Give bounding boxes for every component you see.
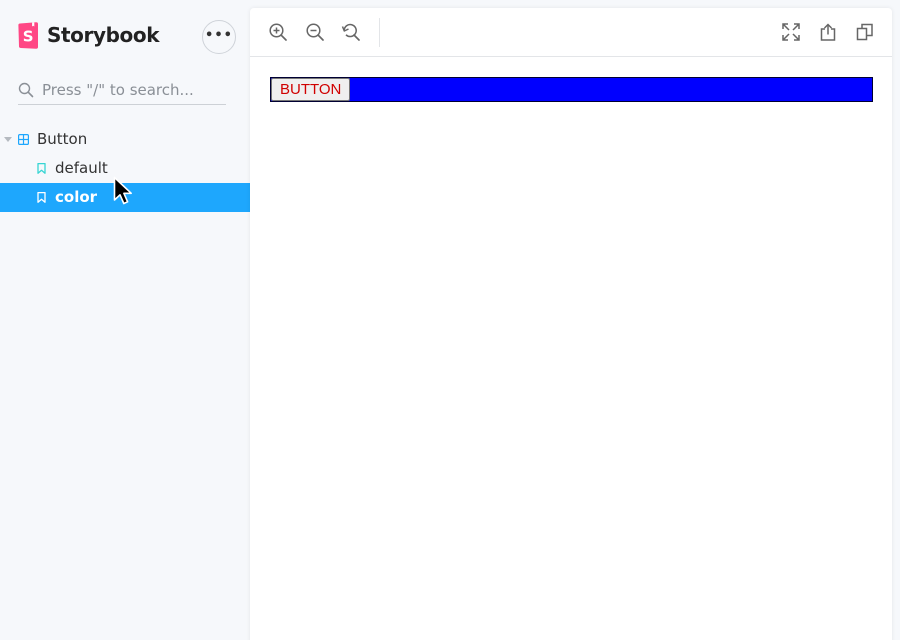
share-button[interactable] xyxy=(816,20,840,44)
demo-button[interactable]: BUTTON xyxy=(271,78,351,101)
reset-zoom-button[interactable] xyxy=(339,20,363,44)
tree-item-button-component[interactable]: Button xyxy=(0,125,250,154)
tree-story-label: default xyxy=(55,159,108,177)
tree-group-label: Button xyxy=(37,130,88,148)
zoom-in-button[interactable] xyxy=(266,20,290,44)
story-container: BUTTON xyxy=(270,77,873,102)
tree-item-story-color[interactable]: color xyxy=(0,183,250,212)
storybook-app: S Storybook ••• Bu xyxy=(0,0,900,640)
search-icon xyxy=(18,82,34,98)
zoom-in-icon xyxy=(269,23,287,41)
component-icon xyxy=(18,134,29,145)
fullscreen-icon xyxy=(782,23,800,41)
svg-text:S: S xyxy=(23,27,34,45)
expand-caret-icon[interactable] xyxy=(4,137,12,142)
share-icon xyxy=(820,23,836,41)
toolbar-divider xyxy=(379,18,380,47)
copy-link-button[interactable] xyxy=(853,20,877,44)
storybook-logo-icon: S xyxy=(18,21,38,49)
bookmark-icon xyxy=(37,192,46,203)
story-canvas: BUTTON xyxy=(250,57,892,640)
copy-icon xyxy=(856,23,873,41)
tree-story-label: color xyxy=(55,188,98,206)
search-box xyxy=(18,78,226,105)
fullscreen-button[interactable] xyxy=(779,20,803,44)
zoom-out-button[interactable] xyxy=(303,20,327,44)
preview-toolbar xyxy=(250,8,892,57)
tree-item-story-default[interactable]: default xyxy=(0,154,250,183)
storybook-logo[interactable]: S Storybook xyxy=(18,20,160,50)
reset-zoom-icon xyxy=(341,23,360,41)
preview-panel: BUTTON xyxy=(250,8,892,640)
app-name: Storybook xyxy=(47,23,160,47)
bookmark-icon xyxy=(37,163,46,174)
story-tree: Button default color xyxy=(0,125,250,212)
sidebar-menu-button[interactable]: ••• xyxy=(202,20,236,54)
zoom-out-icon xyxy=(306,23,324,41)
search-input[interactable] xyxy=(42,78,226,102)
sidebar: S Storybook ••• Bu xyxy=(0,0,250,640)
ellipsis-icon: ••• xyxy=(205,28,233,43)
brand-row: S Storybook ••• xyxy=(18,18,236,58)
